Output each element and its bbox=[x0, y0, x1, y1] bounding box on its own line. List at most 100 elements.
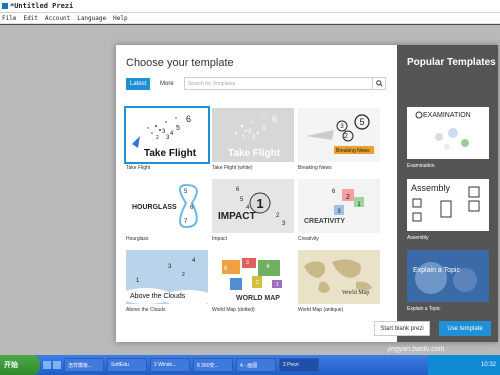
svg-text:WORLD MAP: WORLD MAP bbox=[236, 295, 280, 302]
title-bar: *Untitled Prezi bbox=[0, 0, 500, 13]
popular-tile-explain-a-topic[interactable]: Explain a Topic bbox=[407, 250, 489, 302]
svg-text:2: 2 bbox=[182, 272, 185, 278]
template-tile-take-flight-white[interactable]: 6 5 4 3 3 2 Take Flight bbox=[212, 108, 294, 162]
assembly-thumbnail: Assembly bbox=[411, 183, 480, 222]
svg-text:6: 6 bbox=[332, 189, 336, 195]
svg-text:3: 3 bbox=[168, 264, 172, 270]
svg-text:5: 5 bbox=[242, 284, 246, 290]
svg-text:5: 5 bbox=[184, 189, 188, 195]
template-tile-hourglass[interactable]: HOURGLASS 5 6 7 bbox=[126, 179, 208, 233]
svg-text:4: 4 bbox=[256, 131, 260, 137]
search-icon bbox=[375, 80, 383, 87]
menu-edit[interactable]: Edit bbox=[23, 15, 37, 22]
template-label: Impact bbox=[212, 236, 228, 242]
svg-text:3: 3 bbox=[246, 260, 249, 266]
start-button[interactable]: 开始 bbox=[0, 355, 40, 375]
take-flight-thumbnail: 6 5 4 3 3 2 Take Flight bbox=[132, 114, 197, 159]
taskbar-item[interactable]: 8 360安... bbox=[193, 358, 233, 372]
popular-tile-assembly[interactable]: Assembly bbox=[407, 179, 489, 231]
svg-text:World Map: World Map bbox=[342, 290, 369, 296]
quick-launch bbox=[43, 361, 61, 369]
system-tray: 10:32 bbox=[428, 355, 500, 375]
template-tile-breaking-news[interactable]: 2 3 5 Breaking News bbox=[298, 108, 380, 162]
menu-language[interactable]: Language bbox=[77, 15, 106, 22]
popular-label: Assembly bbox=[407, 235, 429, 241]
menu-bar: File Edit Account Language Help bbox=[0, 13, 500, 24]
explain-a-topic-thumbnail: Explain a Topic bbox=[413, 262, 477, 294]
svg-text:5: 5 bbox=[359, 117, 364, 127]
svg-text:Above the Clouds: Above the Clouds bbox=[130, 293, 186, 300]
template-tile-world-map-antique[interactable]: World Map bbox=[298, 250, 380, 304]
svg-text:4: 4 bbox=[192, 258, 196, 264]
template-label: Above the Clouds bbox=[126, 307, 166, 313]
template-tile-take-flight[interactable]: 6 5 4 3 3 2 Take Flight bbox=[124, 106, 210, 164]
popular-title: Popular Templates bbox=[407, 57, 496, 68]
start-blank-button[interactable]: Start blank prezi bbox=[374, 321, 430, 336]
svg-text:1: 1 bbox=[136, 278, 140, 284]
watermark: jingyan.baidu.com bbox=[388, 346, 445, 353]
clock[interactable]: 10:32 bbox=[481, 362, 496, 368]
svg-text:5: 5 bbox=[176, 125, 180, 132]
svg-text:6: 6 bbox=[236, 187, 240, 193]
svg-text:1: 1 bbox=[256, 196, 263, 211]
svg-text:Take Flight: Take Flight bbox=[144, 148, 197, 159]
svg-text:HOURGLASS: HOURGLASS bbox=[132, 204, 177, 211]
taskbar-item[interactable]: 怎样模板... bbox=[64, 358, 104, 372]
template-label: World Map (antique) bbox=[298, 307, 344, 313]
template-tile-creativity[interactable]: 6 2 1 3 CREATIVITY bbox=[298, 179, 380, 233]
template-tile-impact[interactable]: 1 6 5 4 2 3 IMPACT bbox=[212, 179, 294, 233]
svg-text:7: 7 bbox=[184, 219, 188, 225]
creativity-thumbnail: 6 2 1 3 CREATIVITY bbox=[304, 189, 364, 225]
svg-text:3: 3 bbox=[282, 221, 286, 227]
search-input[interactable]: Search for Templates bbox=[184, 77, 373, 90]
menu-account[interactable]: Account bbox=[45, 15, 70, 22]
svg-text:6: 6 bbox=[186, 114, 191, 124]
use-template-button[interactable]: Use template bbox=[439, 321, 491, 336]
breaking-news-thumbnail: 2 3 5 Breaking News bbox=[306, 114, 374, 154]
template-label: Take Flight bbox=[126, 165, 151, 171]
popular-templates-panel: Popular Templates EXAMINATION Examinatio… bbox=[397, 45, 498, 342]
svg-text:2: 2 bbox=[346, 194, 350, 201]
svg-text:IMPACT: IMPACT bbox=[218, 211, 256, 222]
tab-more[interactable]: More bbox=[160, 78, 174, 90]
template-label: World Map (dotted) bbox=[212, 307, 255, 313]
svg-text:2: 2 bbox=[242, 135, 245, 141]
taskbar-item[interactable]: SoftEdu bbox=[107, 358, 147, 372]
quick-launch-icon[interactable] bbox=[43, 361, 51, 369]
svg-text:3: 3 bbox=[340, 124, 344, 130]
svg-text:6: 6 bbox=[272, 114, 277, 124]
svg-text:CREATIVITY: CREATIVITY bbox=[304, 218, 345, 225]
tab-latest[interactable]: Latest bbox=[126, 78, 151, 90]
menu-help[interactable]: Help bbox=[113, 15, 127, 22]
window-title: *Untitled Prezi bbox=[10, 2, 74, 10]
impact-thumbnail: 1 6 5 4 2 3 IMPACT bbox=[218, 187, 286, 227]
template-tile-above-the-clouds[interactable]: 4 3 2 1 Above the Clouds bbox=[126, 250, 208, 304]
taskbar-item[interactable]: 4 - 画图 bbox=[236, 358, 276, 372]
svg-text:Breaking News: Breaking News bbox=[336, 148, 370, 154]
svg-text:Explain a Topic: Explain a Topic bbox=[413, 267, 460, 274]
taskbar-item[interactable]: 2 Windo... bbox=[150, 358, 190, 372]
taskbar: 开始 怎样模板... SoftEdu 2 Windo... 8 360安... … bbox=[0, 355, 500, 375]
svg-text:5: 5 bbox=[240, 197, 244, 203]
popular-tile-examination[interactable]: EXAMINATION bbox=[407, 107, 489, 159]
take-flight-white-thumbnail: 6 5 4 3 3 2 Take Flight bbox=[228, 114, 281, 159]
svg-text:2: 2 bbox=[344, 133, 348, 140]
popular-label: Examination bbox=[407, 163, 435, 169]
template-label: Hourglass bbox=[126, 236, 149, 242]
menu-file[interactable]: File bbox=[2, 15, 16, 22]
quick-launch-icon[interactable] bbox=[53, 361, 61, 369]
svg-text:Assembly: Assembly bbox=[411, 183, 451, 193]
hourglass-thumbnail: HOURGLASS 5 6 7 bbox=[132, 184, 198, 229]
template-label: Take Flight (white) bbox=[212, 165, 253, 171]
svg-text:EXAMINATION: EXAMINATION bbox=[423, 112, 471, 119]
svg-text:2: 2 bbox=[276, 213, 280, 219]
search-button[interactable] bbox=[373, 77, 386, 90]
above-the-clouds-thumbnail: 4 3 2 1 Above the Clouds bbox=[126, 258, 208, 304]
taskbar-item-active[interactable]: 2 Prezi bbox=[279, 358, 319, 372]
svg-text:4: 4 bbox=[170, 131, 174, 137]
svg-text:1: 1 bbox=[276, 282, 279, 288]
svg-text:2: 2 bbox=[256, 280, 259, 286]
template-tile-world-map-dotted[interactable]: 5 4 6 3 1 2 WORLD MAP bbox=[212, 250, 294, 304]
world-map-dotted-thumbnail: 5 4 6 3 1 2 WORLD MAP bbox=[222, 258, 282, 302]
template-label: Creativity bbox=[298, 236, 319, 242]
